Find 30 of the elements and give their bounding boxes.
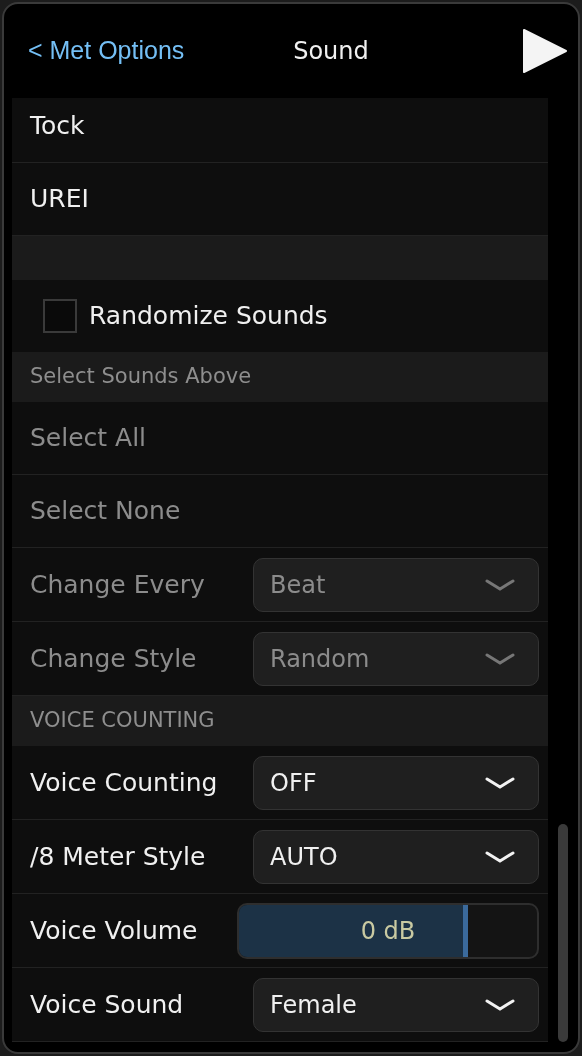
section-title: Select Sounds Above <box>30 363 252 391</box>
dropdown-value: Beat <box>270 569 326 601</box>
dropdown-value: OFF <box>270 767 317 799</box>
chevron-down-icon <box>485 775 515 790</box>
list-item[interactable]: UREI <box>12 163 548 236</box>
chevron-down-icon <box>485 997 515 1012</box>
list-item[interactable]: Tock <box>12 98 548 163</box>
volume-slider[interactable]: 0 dB <box>237 902 539 959</box>
dropdown-value: Random <box>270 643 370 675</box>
row-label: Voice Counting <box>30 766 219 799</box>
chevron-down-icon <box>485 849 515 864</box>
scrollbar[interactable] <box>558 824 568 1042</box>
checkbox[interactable] <box>43 299 77 333</box>
row-label: /8 Meter Style <box>30 840 207 873</box>
play-icon[interactable] <box>522 28 568 74</box>
dropdown[interactable]: Female <box>253 977 539 1032</box>
page-title: Sound <box>292 36 370 67</box>
dropdown-value: AUTO <box>270 841 338 873</box>
dropdown-value: Female <box>270 989 357 1021</box>
row-label: Change Style <box>30 642 198 675</box>
chevron-down-icon <box>485 577 515 592</box>
row-label: Change Every <box>30 568 206 601</box>
row-label: Voice Volume <box>30 914 199 947</box>
row-label: Voice Sound <box>30 988 185 1021</box>
dropdown[interactable]: OFF <box>253 755 539 810</box>
back-link[interactable]: < Met Options <box>12 32 212 70</box>
section-title: VOICE COUNTING <box>30 707 215 735</box>
checkbox-label: Randomize Sounds <box>89 300 328 333</box>
chevron-down-icon <box>485 651 515 666</box>
dropdown[interactable]: AUTO <box>253 829 539 884</box>
